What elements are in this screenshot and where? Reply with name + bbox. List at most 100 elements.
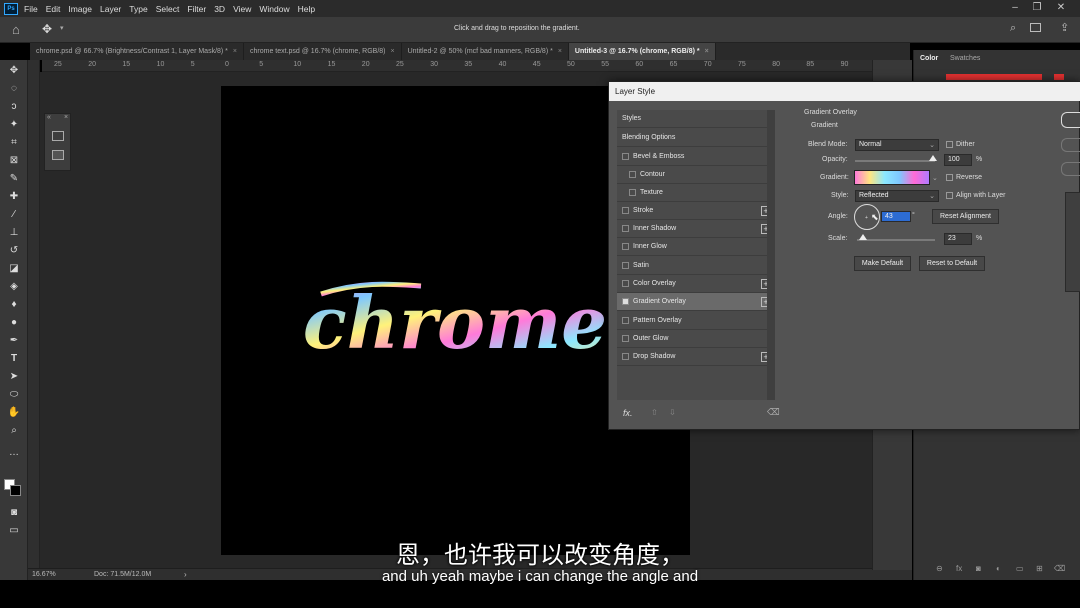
styles-scrollbar[interactable]	[767, 110, 775, 400]
tab-chrome-psd[interactable]: chrome.psd @ 66.7% (Brightness/Contrast …	[30, 43, 245, 60]
make-default-button[interactable]: Make Default	[854, 256, 911, 271]
arrow-up-icon[interactable]: ⇧	[651, 408, 658, 417]
workspace-icon[interactable]	[1030, 23, 1041, 32]
menu-edit[interactable]: Edit	[46, 4, 61, 14]
tab-untitled-3[interactable]: Untitled-3 @ 16.7% (chrome, RGB/8) * ×	[568, 43, 716, 60]
background-color-swatch[interactable]	[10, 485, 21, 496]
checkbox[interactable]	[622, 262, 629, 269]
menu-window[interactable]: Window	[259, 4, 289, 14]
style-pattern-overlay[interactable]: Pattern Overlay	[617, 312, 775, 330]
home-icon[interactable]: ⌂	[12, 22, 20, 37]
menu-layer[interactable]: Layer	[100, 4, 121, 14]
move-tool-icon[interactable]: ✥	[6, 64, 22, 78]
close-tab-icon[interactable]: ×	[233, 48, 237, 55]
scale-input[interactable]: 23	[944, 233, 972, 245]
opacity-input[interactable]: 100	[944, 154, 972, 166]
pen-tool-icon[interactable]: ✒	[6, 334, 22, 348]
more-tools-icon[interactable]: …	[6, 446, 22, 460]
eyedropper-icon[interactable]: ✎	[6, 172, 22, 186]
reset-to-default-button[interactable]: Reset to Default	[919, 256, 985, 271]
eraser-icon[interactable]: ◪	[6, 262, 22, 276]
menu-type[interactable]: Type	[129, 4, 147, 14]
style-texture[interactable]: Texture	[617, 184, 775, 202]
checkbox[interactable]	[622, 335, 629, 342]
scale-slider-handle[interactable]	[859, 234, 868, 240]
zoom-tool-icon[interactable]: ⌕	[6, 424, 22, 438]
stamp-tool-icon[interactable]: ⊥	[6, 226, 22, 240]
brush-tool-icon[interactable]: ∕	[6, 208, 22, 222]
chevron-down-icon[interactable]: ▾	[60, 24, 64, 32]
menu-image[interactable]: Image	[68, 4, 92, 14]
scale-slider[interactable]	[857, 239, 935, 241]
checkbox[interactable]	[629, 171, 636, 178]
restore-icon[interactable]: ❐	[1030, 2, 1044, 14]
healing-brush-icon[interactable]: ✚	[6, 190, 22, 204]
path-select-icon[interactable]: ➤	[6, 370, 22, 384]
menu-view[interactable]: View	[233, 4, 251, 14]
marquee-tool-icon[interactable]: ◌	[6, 82, 22, 96]
checkbox-checked[interactable]	[622, 298, 629, 305]
tab-untitled-2[interactable]: Untitled-2 @ 50% (mcf bad manners, RGB/8…	[402, 43, 569, 60]
menu-help[interactable]: Help	[298, 4, 315, 14]
hand-tool-icon[interactable]: ✋	[6, 406, 22, 420]
search-icon[interactable]: ⌕	[1010, 22, 1016, 35]
checkbox[interactable]	[622, 317, 629, 324]
tab-color[interactable]: Color	[920, 55, 938, 62]
style-stroke[interactable]: Stroke +	[617, 202, 775, 220]
share-icon[interactable]: ⇪	[1060, 21, 1069, 34]
style-contour[interactable]: Contour	[617, 166, 775, 184]
checkbox[interactable]	[622, 243, 629, 250]
checkbox[interactable]	[622, 225, 629, 232]
align-with-layer-checkbox[interactable]	[946, 192, 953, 199]
checkbox[interactable]	[622, 153, 629, 160]
arrow-down-icon[interactable]: ⇩	[669, 408, 676, 417]
trash-icon[interactable]: ⌫	[767, 407, 780, 418]
close-tab-icon[interactable]: ×	[391, 48, 395, 55]
minimize-icon[interactable]: –	[1008, 2, 1022, 14]
dither-checkbox[interactable]	[946, 141, 953, 148]
cancel-button[interactable]	[1061, 138, 1080, 152]
crop-tool-icon[interactable]: ⌗	[6, 136, 22, 150]
lasso-tool-icon[interactable]: ↄ	[6, 100, 22, 114]
reset-alignment-button[interactable]: Reset Alignment	[932, 209, 999, 224]
close-tab-icon[interactable]: ×	[558, 48, 562, 55]
style-outer-glow[interactable]: Outer Glow	[617, 330, 775, 348]
close-icon[interactable]: ✕	[1054, 2, 1068, 14]
blending-options[interactable]: Blending Options	[617, 129, 775, 147]
tab-chrome-text[interactable]: chrome text.psd @ 16.7% (chrome, RGB/8) ×	[244, 43, 402, 60]
opacity-slider-handle[interactable]	[929, 155, 937, 161]
style-select[interactable]: Reflected ⌄	[855, 190, 939, 202]
menu-file[interactable]: File	[24, 4, 38, 14]
style-inner-glow[interactable]: Inner Glow	[617, 238, 775, 256]
frame-tool-icon[interactable]: ⊠	[6, 154, 22, 168]
history-brush-icon[interactable]: ↺	[6, 244, 22, 258]
menu-filter[interactable]: Filter	[187, 4, 206, 14]
blur-tool-icon[interactable]: ♦	[6, 298, 22, 312]
styles-header[interactable]: Styles	[617, 110, 775, 128]
checkbox[interactable]	[622, 353, 629, 360]
checkbox[interactable]	[622, 207, 629, 214]
magic-wand-icon[interactable]: ✦	[6, 118, 22, 132]
color-swatch[interactable]	[1054, 74, 1064, 80]
paint-bucket-icon[interactable]: ◈	[6, 280, 22, 294]
checkbox[interactable]	[622, 280, 629, 287]
style-bevel-emboss[interactable]: Bevel & Emboss	[617, 148, 775, 166]
fx-menu-icon[interactable]: fx.	[623, 408, 633, 418]
dodge-tool-icon[interactable]: ●	[6, 316, 22, 330]
properties-icon[interactable]	[52, 131, 64, 141]
style-drop-shadow[interactable]: Drop Shadow +	[617, 348, 775, 366]
quick-mask-icon[interactable]: ◙	[6, 506, 22, 520]
style-gradient-overlay[interactable]: Gradient Overlay +	[617, 293, 775, 311]
blend-mode-select[interactable]: Normal ⌄	[855, 139, 939, 151]
type-tool-icon[interactable]: T	[6, 352, 22, 366]
color-bar[interactable]	[946, 74, 1042, 80]
style-inner-shadow[interactable]: Inner Shadow +	[617, 220, 775, 238]
close-icon[interactable]: ×	[64, 114, 68, 121]
angle-input[interactable]: 43	[881, 211, 911, 222]
style-satin[interactable]: Satin	[617, 257, 775, 275]
reverse-checkbox[interactable]	[946, 174, 953, 181]
libraries-icon[interactable]	[52, 150, 64, 160]
chevron-down-icon[interactable]: ⌄	[932, 174, 938, 182]
menu-3d[interactable]: 3D	[214, 4, 225, 14]
style-color-overlay[interactable]: Color Overlay +	[617, 275, 775, 293]
